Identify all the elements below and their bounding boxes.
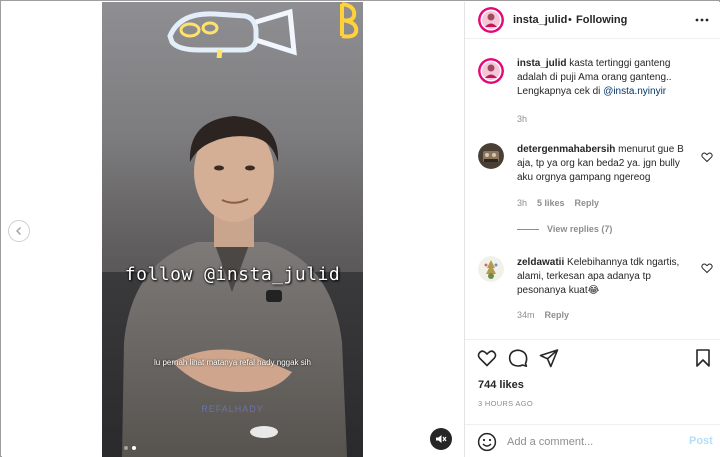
carousel-indicator — [124, 446, 136, 450]
neon-sign-image — [167, 8, 297, 58]
chevron-left-icon — [16, 227, 21, 235]
post-comment-button[interactable]: Post — [689, 435, 713, 447]
follow-overlay-text: follow @insta_julid — [124, 264, 341, 285]
caption-text: insta_julid kasta tertinggi ganteng adal… — [517, 57, 695, 99]
mute-button[interactable] — [430, 428, 452, 450]
avatar-image — [478, 256, 504, 282]
comment-time: 3h — [517, 198, 528, 208]
previous-button[interactable] — [8, 220, 30, 242]
like-heart-icon[interactable] — [701, 151, 713, 163]
comment-username[interactable]: detergenmahabersih — [517, 144, 615, 155]
avatar[interactable] — [478, 143, 504, 169]
media-area: follow @insta_julid lu pernah lihat mata… — [2, 2, 464, 457]
post-caption: insta_julid kasta tertinggi ganteng adal… — [465, 52, 720, 127]
comment-icon[interactable] — [508, 348, 528, 368]
carousel-dot-active — [132, 446, 136, 450]
comment-meta: 3h 5 likes Reply — [517, 198, 599, 208]
carousel-dot — [124, 446, 128, 450]
caption-meta: 3h — [517, 114, 527, 124]
share-icon[interactable] — [539, 348, 559, 368]
avatar-image — [478, 7, 504, 33]
post-actions-bar — [465, 339, 720, 379]
avatar[interactable] — [478, 256, 504, 282]
post-author-username[interactable]: insta_julid — [513, 14, 567, 26]
comment-text: zeldawatii Kelebihannya tdk ngartis, ala… — [517, 256, 695, 298]
comment-likes[interactable]: 5 likes — [537, 198, 565, 208]
following-button[interactable]: Following — [576, 14, 627, 26]
bookmark-icon[interactable] — [693, 348, 713, 368]
comment-time: 34m — [517, 310, 535, 320]
reply-button[interactable]: Reply — [575, 198, 600, 208]
heart-icon[interactable] — [477, 348, 497, 368]
avatar-image — [478, 143, 504, 169]
divider-line — [517, 228, 539, 230]
more-horizontal-icon — [695, 18, 709, 22]
like-heart-icon[interactable] — [701, 262, 713, 274]
post-timestamp: 3 HOURS AGO — [478, 399, 533, 408]
post-header: insta_julid • Following — [465, 2, 720, 39]
comment: zeldawatii Kelebihannya tdk ngartis, ala… — [465, 252, 720, 322]
neon-letter-image — [340, 2, 359, 39]
avatar[interactable] — [478, 7, 504, 33]
video-player[interactable]: follow @insta_julid lu pernah lihat mata… — [102, 2, 363, 457]
add-comment-bar: Post — [465, 424, 720, 457]
mention-link[interactable]: @insta.nyinyir — [603, 86, 666, 97]
more-options-button[interactable] — [693, 12, 711, 28]
avatar-image — [478, 58, 504, 84]
comment-input[interactable] — [507, 434, 677, 450]
emoji-icon[interactable] — [477, 432, 497, 452]
comment-meta: 34m Reply — [517, 310, 569, 320]
likes-count[interactable]: 744 likes — [478, 379, 524, 391]
comment-username[interactable]: zeldawatii — [517, 257, 564, 268]
view-replies-label: View replies (7) — [547, 224, 613, 234]
speaker-muted-icon — [436, 435, 447, 443]
separator-dot: • — [568, 14, 572, 26]
reply-button[interactable]: Reply — [545, 310, 570, 320]
comment: detergenmahabersih menurut gue B aja, tp… — [465, 139, 720, 209]
post-modal: follow @insta_julid lu pernah lihat mata… — [0, 0, 720, 457]
caption-time: 3h — [517, 114, 528, 124]
caption-username[interactable]: insta_julid — [517, 58, 566, 69]
avatar[interactable] — [478, 58, 504, 84]
watermark-text: REFALHADY — [201, 404, 264, 414]
video-subtitle: lu pernah lihat matanya refal hady nggak… — [154, 358, 311, 367]
view-replies-button[interactable]: View replies (7) — [517, 224, 612, 234]
comment-text: detergenmahabersih menurut gue B aja, tp… — [517, 143, 695, 185]
post-details-panel: insta_julid • Following insta_julid kast… — [464, 2, 720, 457]
